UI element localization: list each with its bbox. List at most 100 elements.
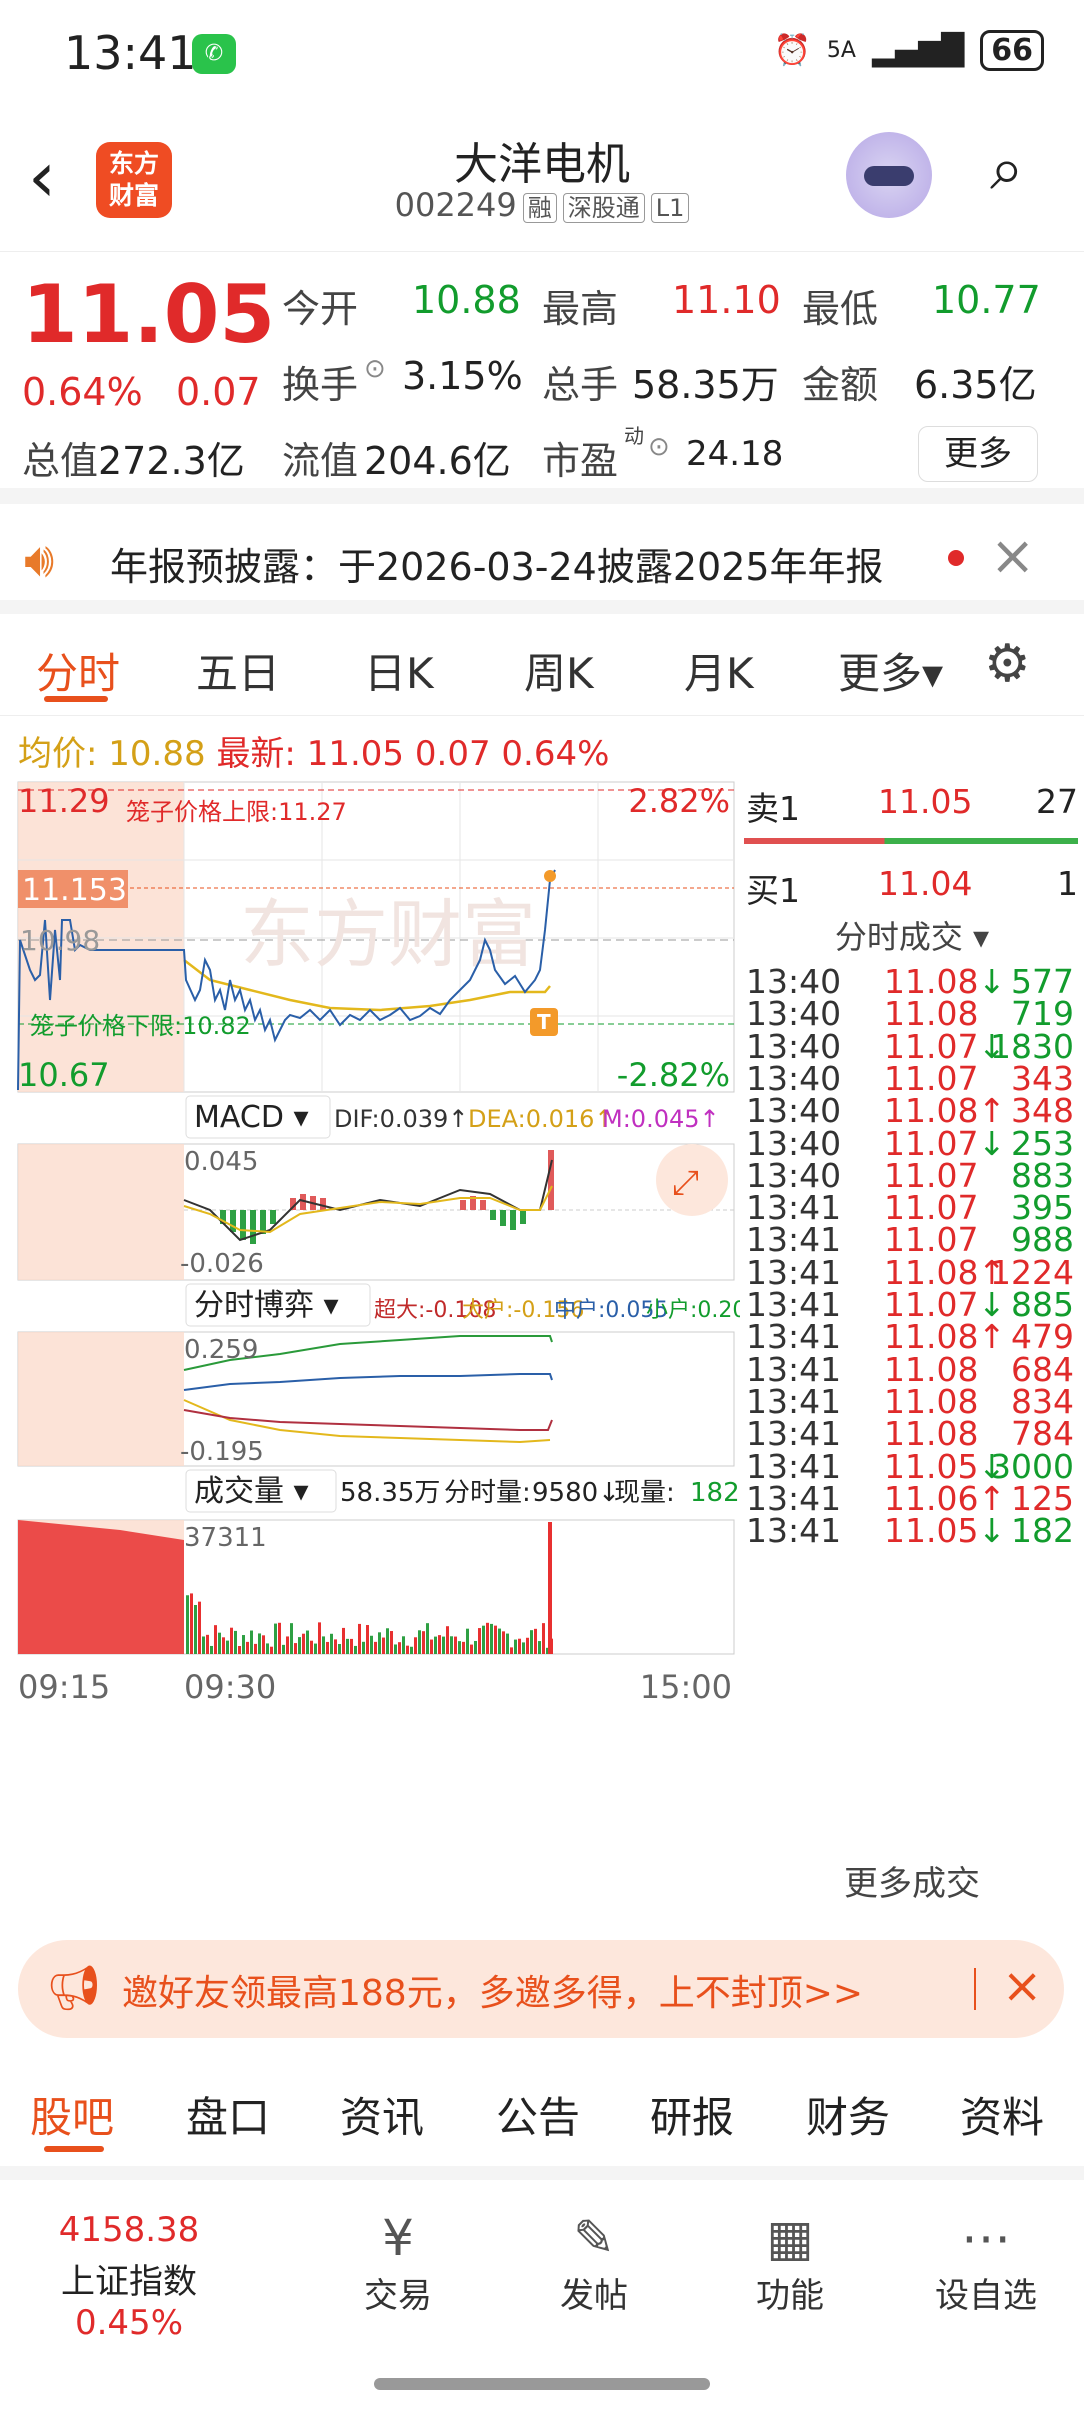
- tab-intraday[interactable]: 分时: [36, 640, 120, 701]
- volume-bar: [338, 1644, 341, 1654]
- latest-point: [544, 870, 556, 882]
- volume-bar: [374, 1641, 377, 1654]
- volume-bar: [194, 1604, 197, 1654]
- functions-button[interactable]: ▦ 功能: [720, 2208, 860, 2317]
- svg-text:⤢: ⤢: [672, 1163, 699, 1203]
- volume-bar: [346, 1638, 349, 1654]
- gear-icon[interactable]: ⚙: [984, 634, 1031, 694]
- promo-banner[interactable]: 📢︎ 邀好友领最高188元，多邀多得，上不封顶>> ×: [18, 1940, 1064, 2038]
- change-amount: 0.07: [176, 370, 261, 414]
- volume-value: 58.35万: [632, 363, 779, 407]
- volume-bar: [386, 1628, 389, 1654]
- volume-bar: [186, 1595, 189, 1654]
- volume-bar: [314, 1643, 317, 1654]
- tab-profile[interactable]: 资料: [960, 2084, 1044, 2145]
- tag-level: L1: [650, 193, 690, 223]
- info-icon[interactable]: ⊙: [364, 354, 386, 384]
- content-tabs: 股吧 盘口 资讯 公告 研报 财务 资料: [0, 2060, 1084, 2180]
- tab-monthly-k[interactable]: 月K: [684, 640, 754, 701]
- close-icon[interactable]: ×: [1002, 1958, 1042, 2014]
- change-percent: 0.64%: [22, 370, 143, 414]
- pe-label: 市盈: [542, 439, 619, 483]
- amount-value: 6.35亿: [914, 363, 1037, 407]
- tab-orderbook[interactable]: 盘口: [186, 2084, 270, 2145]
- post-button[interactable]: ✎ 发帖: [524, 2208, 664, 2317]
- stock-header: ‹ 东方 财富 大洋电机 002249 融深股通 L1 ⌕: [0, 112, 1084, 252]
- alarm-icon: ⏰: [773, 33, 811, 68]
- tab-financials[interactable]: 财务: [806, 2084, 890, 2145]
- latest-value: 11.05: [306, 734, 405, 774]
- more-quote-button[interactable]: 更多: [918, 426, 1038, 482]
- signal-icon: ▂▄▆█: [871, 33, 965, 68]
- volume-bar: [474, 1640, 477, 1654]
- buy1-label: 买1: [746, 871, 800, 910]
- volume-bar: [298, 1637, 301, 1654]
- tab-underline: [44, 696, 108, 702]
- volume-bar: [198, 1601, 201, 1654]
- y-top-label: 11.29: [18, 782, 110, 820]
- buy1-volume: 1: [1057, 864, 1078, 903]
- status-time: 13:41: [64, 26, 197, 80]
- volume-bar: [262, 1635, 265, 1654]
- search-icon[interactable]: ⌕: [990, 134, 1024, 204]
- volume-bar: [250, 1630, 253, 1654]
- close-icon[interactable]: ×: [990, 524, 1035, 587]
- turnover-value: 3.15%: [402, 354, 523, 398]
- tab-research[interactable]: 研报: [650, 2084, 734, 2145]
- volume-bar: [354, 1645, 357, 1654]
- add-watchlist-button[interactable]: ⋯ 设自选: [916, 2208, 1056, 2317]
- tab-weekly-k[interactable]: 周K: [524, 640, 594, 701]
- trade-button[interactable]: ¥ 交易: [328, 2208, 468, 2317]
- high-label: 最高: [542, 287, 619, 331]
- post-label: 发帖: [560, 2276, 628, 2316]
- volume-bar: [306, 1630, 309, 1654]
- tab-forum[interactable]: 股吧: [30, 2084, 114, 2145]
- tick-price: 11.05: [884, 1511, 979, 1551]
- ref-price-label: 10.98: [20, 924, 100, 957]
- volume-bar: [246, 1641, 249, 1654]
- volume-bar: [406, 1645, 409, 1654]
- volume-bar: [254, 1643, 257, 1654]
- volume-bar: [290, 1623, 293, 1654]
- volume-bar: [206, 1634, 209, 1654]
- mark-price-label: 11.153: [22, 873, 127, 908]
- y-top-pct: 2.82%: [628, 782, 730, 820]
- tab-daily-k[interactable]: 日K: [364, 640, 434, 701]
- index-value: 4158.38: [58, 2210, 200, 2250]
- more-trades-button[interactable]: 更多成交: [740, 1856, 1084, 1905]
- macd-dif: DIF:0.039↑: [334, 1105, 468, 1133]
- game-small: 小户:0.208: [646, 1298, 740, 1323]
- lower-limit-label: 笼子价格下限:10.82: [30, 1012, 251, 1040]
- volume-bar: [526, 1637, 529, 1654]
- volume-bar: [302, 1633, 305, 1654]
- volume-bar: [426, 1623, 429, 1654]
- assistant-robot-icon[interactable]: [846, 132, 932, 218]
- volume-bar: [522, 1642, 525, 1654]
- tab-five-day[interactable]: 五日: [196, 640, 280, 701]
- volume-bar: [542, 1623, 545, 1654]
- volume-bar: [422, 1631, 425, 1654]
- volume-bar: [490, 1623, 493, 1654]
- pe-info-icon[interactable]: ⊙: [648, 432, 670, 462]
- intraday-chart[interactable]: 东方财富 T 11.29 笼子价格上限:11.27 2.82% 11.153 1…: [0, 770, 740, 1930]
- home-indicator[interactable]: [374, 2378, 710, 2390]
- watermark: 东方财富: [240, 892, 536, 978]
- volume-bar: [378, 1632, 381, 1654]
- tab-announcements[interactable]: 公告: [496, 2084, 580, 2145]
- index-widget[interactable]: 4158.38 上证指数 0.45%: [14, 2210, 244, 2343]
- volume-bar: [322, 1636, 325, 1654]
- buy1-price: 11.04: [878, 864, 973, 903]
- auction-volume: [18, 1520, 184, 1654]
- volume-bar: [538, 1641, 541, 1654]
- tab-more[interactable]: 更多▾: [838, 640, 943, 701]
- latest-percent: 0.64%: [501, 734, 610, 774]
- network-label: 5A: [826, 38, 856, 63]
- volume-bar: [402, 1636, 405, 1654]
- notice-bar[interactable]: 🔊︎ 年报预披露：于2026-03-24披露2025年年报 ×: [0, 510, 1084, 614]
- volume-bar: [342, 1627, 345, 1654]
- ticks-header[interactable]: 分时成交 ▾: [740, 912, 1084, 958]
- order-book: 卖1 11.05 27 买1 11.04 1 分时成交 ▾ 13:40 11.08…: [740, 776, 1084, 1916]
- volume-bar: [218, 1632, 221, 1654]
- tab-news[interactable]: 资讯: [340, 2084, 424, 2145]
- volume-bar: [466, 1628, 469, 1654]
